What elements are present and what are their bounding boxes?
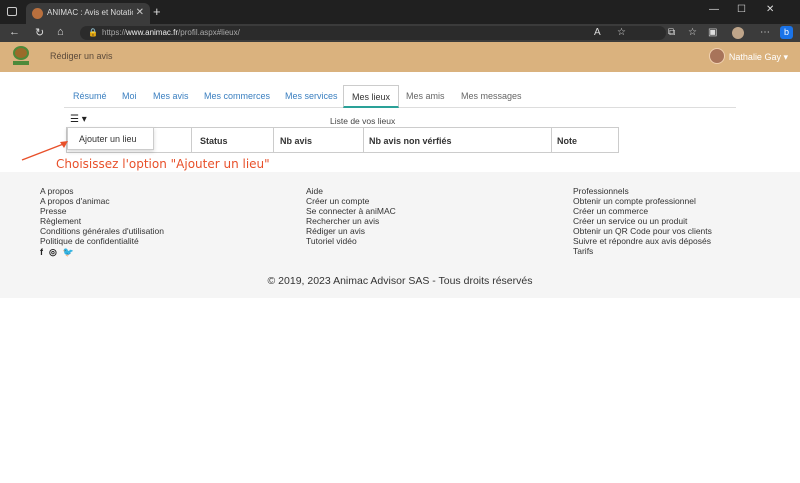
tab-moi[interactable]: Moi: [122, 91, 137, 101]
footer-link[interactable]: Tutoriel vidéo: [306, 236, 396, 246]
write-review-link[interactable]: Rédiger un avis: [50, 51, 113, 61]
column-header: Nb avis non vérfiés: [369, 136, 452, 146]
url-path: /profil.aspx#lieux/: [178, 28, 240, 37]
footer-link[interactable]: Tarifs: [573, 246, 712, 256]
list-title: Liste de vos lieux: [330, 116, 396, 126]
tab-title: ANIMAC : Avis et Notations sur l: [47, 8, 133, 17]
refresh-icon[interactable]: ↻: [35, 26, 44, 39]
footer-col-about: A propos A propos d'animac Presse Règlem…: [40, 186, 164, 257]
tab-mes-messages[interactable]: Mes messages: [461, 91, 522, 101]
tab-close-icon[interactable]: ✕: [136, 7, 144, 18]
list-menu-icon[interactable]: ☰ ▾: [70, 114, 87, 125]
profile-icon[interactable]: [732, 27, 744, 39]
footer-link[interactable]: Rédiger un avis: [306, 226, 396, 236]
footer-link[interactable]: Suivre et répondre aux avis déposés: [573, 236, 712, 246]
favicon-icon: [32, 8, 43, 19]
profile-tabs: Résumé Moi Mes avis Mes commerces Mes se…: [64, 85, 736, 108]
extensions-icon[interactable]: ⧉: [668, 27, 675, 38]
collections-icon[interactable]: ▣: [708, 27, 717, 38]
footer-link[interactable]: Créer un compte: [306, 196, 396, 206]
column-header: Note: [557, 136, 577, 146]
tab-mes-avis[interactable]: Mes avis: [153, 91, 189, 101]
add-place-menu-item[interactable]: Ajouter un lieu: [79, 134, 137, 144]
url-domain: www.animac.fr: [126, 28, 179, 37]
site-header: Rédiger un avis Nathalie Gay ▾: [0, 42, 800, 72]
instagram-icon[interactable]: ◎: [49, 247, 57, 257]
minimize-icon[interactable]: —: [709, 4, 719, 15]
column-header: Status: [200, 136, 228, 146]
tab-mes-services[interactable]: Mes services: [285, 91, 338, 101]
tab-mes-amis[interactable]: Mes amis: [406, 91, 445, 101]
maximize-icon[interactable]: ☐: [737, 4, 746, 15]
footer-link[interactable]: Se connecter à aniMAC: [306, 206, 396, 216]
close-window-icon[interactable]: ✕: [766, 4, 774, 15]
read-aloud-icon[interactable]: A: [594, 27, 601, 38]
facebook-icon[interactable]: f: [40, 247, 43, 257]
footer-link[interactable]: Règlement: [40, 216, 164, 226]
tab-resume[interactable]: Résumé: [73, 91, 107, 101]
footer-link[interactable]: Rechercher un avis: [306, 216, 396, 226]
column-header: Nb avis: [280, 136, 313, 146]
user-menu[interactable]: Nathalie Gay ▾: [708, 48, 788, 64]
footer-link[interactable]: Obtenir un QR Code pour vos clients: [573, 226, 712, 236]
chevron-down-icon: ▾: [783, 52, 788, 62]
footer-link[interactable]: A propos d'animac: [40, 196, 164, 206]
social-links: f ◎ 🐦: [40, 247, 164, 257]
list-dropdown-menu: Ajouter un lieu: [67, 127, 154, 150]
footer-col-help: Aide Créer un compte Se connecter à aniM…: [306, 186, 396, 246]
more-icon[interactable]: ⋯: [760, 27, 770, 38]
back-icon[interactable]: ←: [9, 26, 20, 38]
footer-link[interactable]: Politique de confidentialité: [40, 236, 164, 246]
lock-icon: 🔒: [88, 28, 98, 37]
copyright: © 2019, 2023 Animac Advisor SAS - Tous d…: [267, 275, 533, 287]
footer-link[interactable]: Créer un service ou un produit: [573, 216, 712, 226]
url-prefix: https://: [102, 28, 127, 37]
new-tab-button[interactable]: +: [153, 4, 161, 19]
footer-link[interactable]: Créer un commerce: [573, 206, 712, 216]
url-field[interactable]: 🔒 https://www.animac.fr/profil.aspx#lieux…: [80, 26, 666, 40]
user-name: Nathalie Gay: [728, 52, 781, 62]
site-footer: A propos A propos d'animac Presse Règlem…: [0, 172, 800, 298]
browser-tab-bar: ANIMAC : Avis et Notations sur l ✕ + — ☐…: [0, 0, 800, 24]
tab-mes-lieux[interactable]: Mes lieux: [343, 85, 400, 108]
footer-col-pro: Professionnels Obtenir un compte profess…: [573, 186, 712, 256]
footer-link[interactable]: Presse: [40, 206, 164, 216]
tab-mes-commerces[interactable]: Mes commerces: [204, 91, 270, 101]
window-menu-icon[interactable]: [7, 7, 17, 16]
twitter-icon[interactable]: 🐦: [63, 247, 74, 257]
browser-tab[interactable]: ANIMAC : Avis et Notations sur l ✕: [26, 3, 150, 24]
annotation-text: Choisissez l'option "Ajouter un lieu": [56, 157, 270, 171]
footer-link[interactable]: Conditions générales d'utilisation: [40, 226, 164, 236]
footer-link[interactable]: Aide: [306, 186, 396, 196]
footer-link[interactable]: A propos: [40, 186, 164, 196]
address-toolbar: ← ↻ ⌂ 🔒 https://www.animac.fr/profil.aspx…: [0, 24, 800, 42]
footer-link[interactable]: Professionnels: [573, 186, 712, 196]
favorite-star-icon[interactable]: ☆: [617, 27, 626, 38]
animac-logo[interactable]: [13, 46, 29, 66]
favorites-icon[interactable]: ☆: [688, 27, 697, 38]
bing-icon[interactable]: b: [780, 26, 793, 39]
avatar: [708, 48, 725, 64]
footer-link[interactable]: Obtenir un compte professionnel: [573, 196, 712, 206]
home-icon[interactable]: ⌂: [57, 26, 64, 38]
